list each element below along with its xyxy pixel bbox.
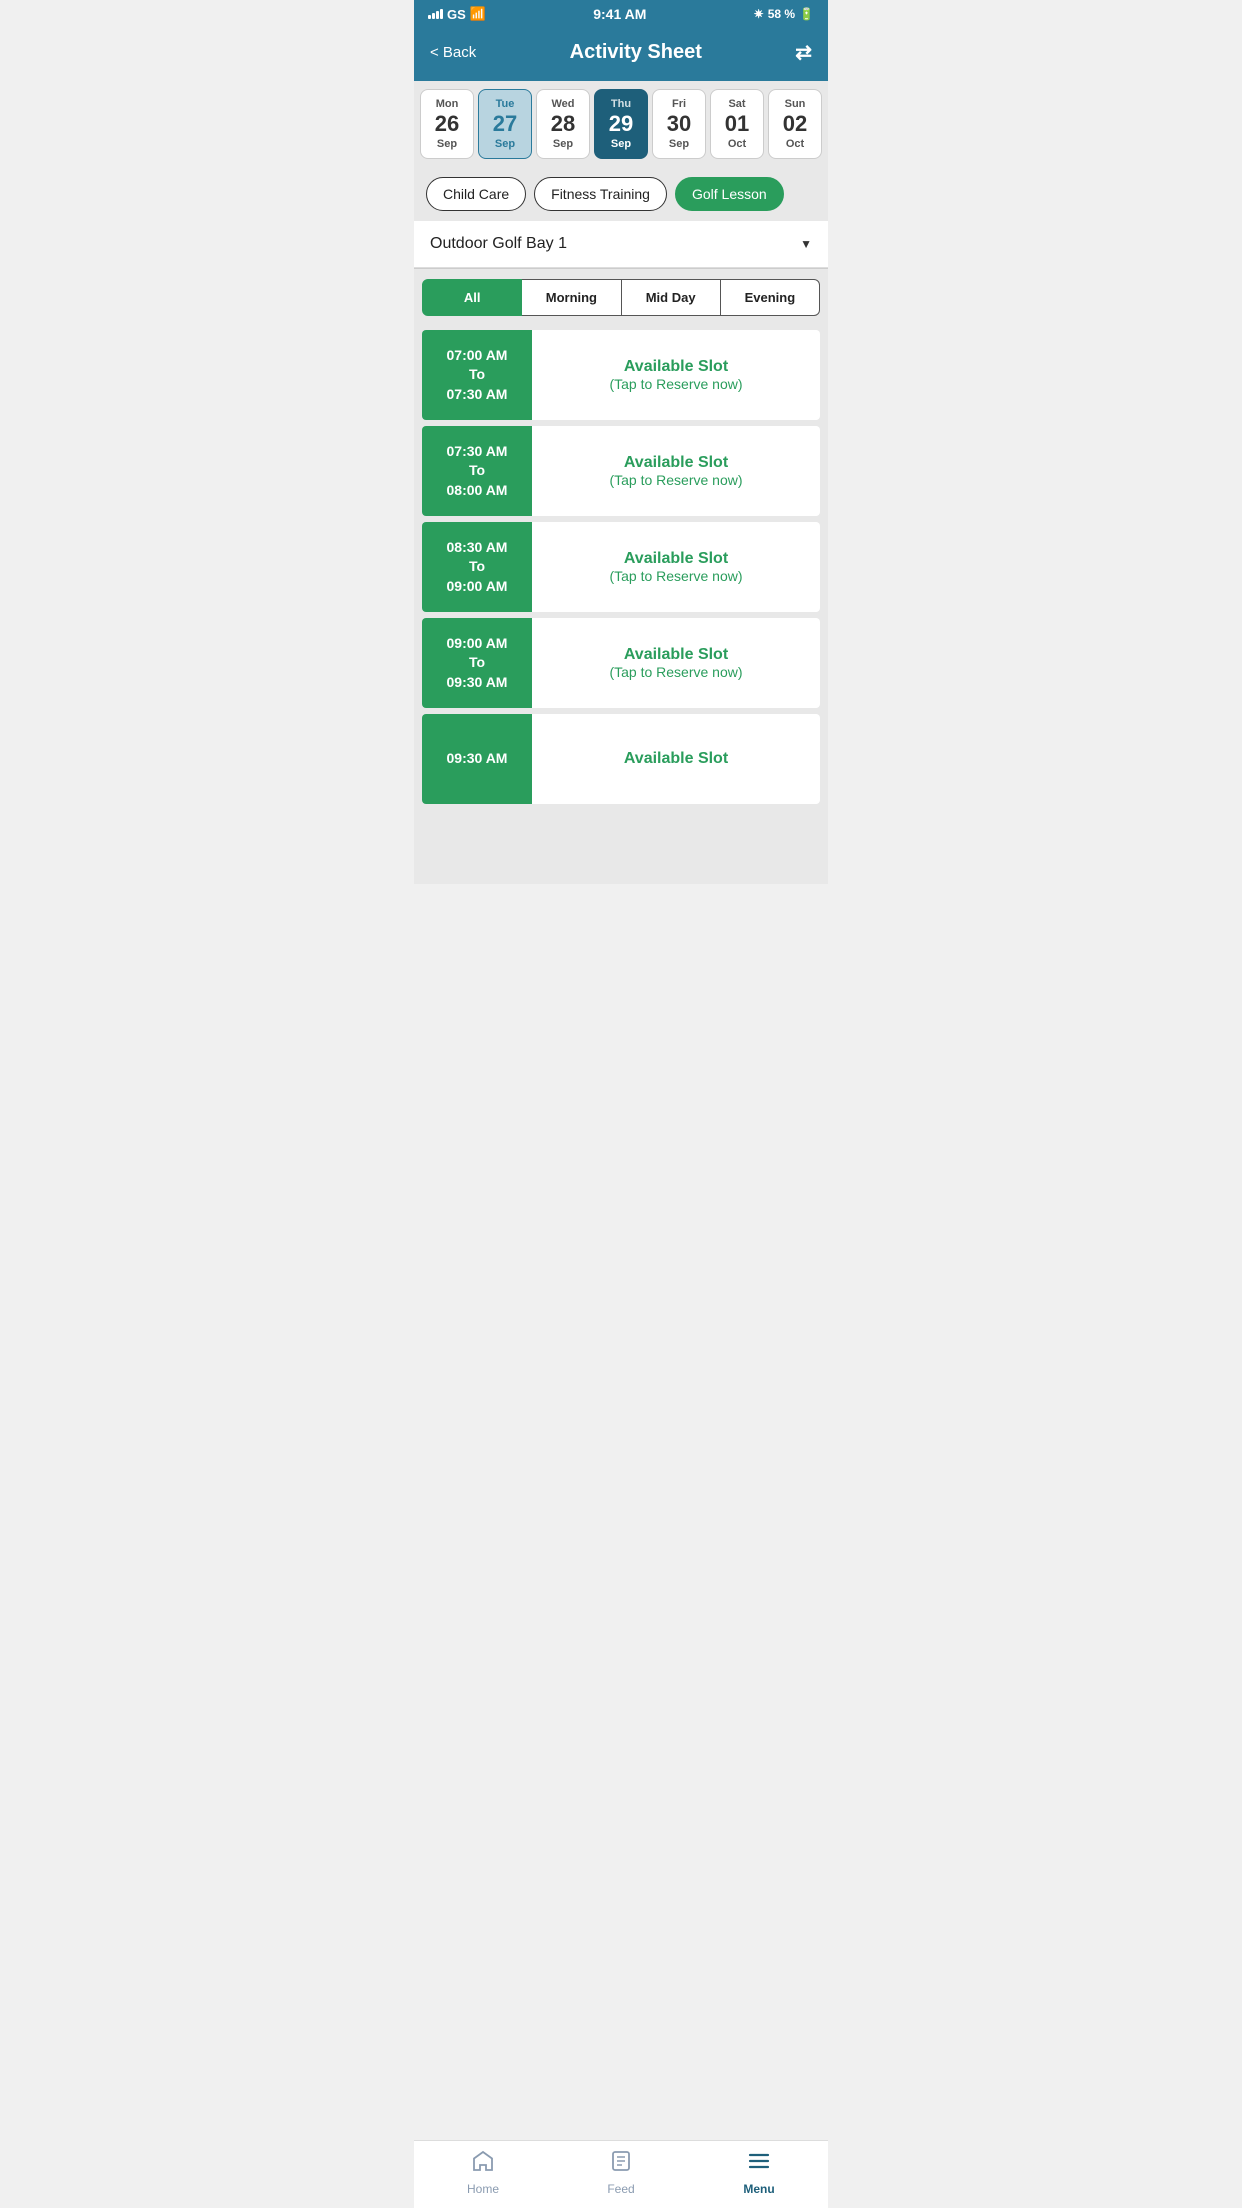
day-name: Sun: [773, 98, 817, 110]
status-bar: GS 📶 9:41 AM ✷ 58 % 🔋: [414, 0, 828, 28]
day-number: 30: [657, 112, 701, 136]
day-name: Thu: [599, 98, 643, 110]
activity-btn-golf-lesson[interactable]: Golf Lesson: [675, 177, 784, 211]
time-btn-all[interactable]: All: [422, 279, 522, 316]
day-number: 29: [599, 112, 643, 136]
day-month: Oct: [715, 138, 759, 150]
calendar-day-mon26[interactable]: Mon 26 Sep: [420, 89, 474, 159]
day-month: Sep: [425, 138, 469, 150]
wifi-icon: 📶: [470, 6, 486, 22]
bluetooth-icon: ✷: [754, 7, 764, 21]
calendar-day-sun02[interactable]: Sun 02 Oct: [768, 89, 822, 159]
slot-row-slot-5: 09:30 AM Available Slot: [422, 714, 820, 804]
activity-btn-child-care[interactable]: Child Care: [426, 177, 526, 211]
day-number: 27: [483, 112, 527, 136]
menu-icon: [747, 2149, 771, 2179]
venue-label: Outdoor Golf Bay 1: [430, 235, 567, 253]
calendar-day-thu29[interactable]: Thu 29 Sep: [594, 89, 648, 159]
slot-available-label: Available Slot: [624, 550, 728, 568]
day-name: Fri: [657, 98, 701, 110]
status-left: GS 📶: [428, 6, 486, 22]
nav-label-feed: Feed: [607, 2182, 634, 2196]
slot-available-label: Available Slot: [624, 646, 728, 664]
slot-content[interactable]: Available Slot(Tap to Reserve now): [532, 618, 820, 708]
day-month: Sep: [541, 138, 585, 150]
day-number: 28: [541, 112, 585, 136]
slot-content[interactable]: Available Slot: [532, 714, 820, 804]
slot-time-label: 07:30 AMTo08:00 AM: [422, 426, 532, 516]
calendar-day-sat01[interactable]: Sat 01 Oct: [710, 89, 764, 159]
app-header: < Back Activity Sheet ⇄: [414, 28, 828, 81]
day-name: Tue: [483, 98, 527, 110]
slot-time-label: 08:30 AMTo09:00 AM: [422, 522, 532, 612]
slot-content[interactable]: Available Slot(Tap to Reserve now): [532, 330, 820, 420]
slot-available-label: Available Slot: [624, 454, 728, 472]
page-title: Activity Sheet: [570, 41, 702, 64]
nav-item-home[interactable]: Home: [453, 2149, 513, 2196]
slot-list: 07:00 AMTo07:30 AMAvailable Slot(Tap to …: [414, 326, 828, 884]
swap-icon[interactable]: ⇄: [795, 40, 812, 65]
slot-content[interactable]: Available Slot(Tap to Reserve now): [532, 426, 820, 516]
status-right: ✷ 58 % 🔋: [754, 7, 814, 21]
time-btn-mid-day[interactable]: Mid Day: [622, 279, 721, 316]
dropdown-arrow-icon: ▼: [800, 237, 812, 251]
day-month: Sep: [657, 138, 701, 150]
activity-filters: Child CareFitness TrainingGolf Lesson: [414, 167, 828, 221]
calendar-day-fri30[interactable]: Fri 30 Sep: [652, 89, 706, 159]
calendar-row: Mon 26 Sep Tue 27 Sep Wed 28 Sep Thu 29 …: [414, 81, 828, 167]
feed-icon: [609, 2149, 633, 2179]
status-time: 9:41 AM: [593, 6, 646, 22]
back-button[interactable]: < Back: [430, 44, 476, 61]
day-name: Wed: [541, 98, 585, 110]
slot-row-slot-1: 07:00 AMTo07:30 AMAvailable Slot(Tap to …: [422, 330, 820, 420]
time-filters: AllMorningMid DayEvening: [414, 269, 828, 326]
day-number: 01: [715, 112, 759, 136]
slot-available-label: Available Slot: [624, 358, 728, 376]
time-btn-evening[interactable]: Evening: [721, 279, 820, 316]
day-month: Sep: [599, 138, 643, 150]
slot-tap-label: (Tap to Reserve now): [609, 664, 742, 680]
home-icon: [471, 2149, 495, 2179]
calendar-day-tue27[interactable]: Tue 27 Sep: [478, 89, 532, 159]
slot-time-label: 09:00 AMTo09:30 AM: [422, 618, 532, 708]
slot-row-slot-3: 08:30 AMTo09:00 AMAvailable Slot(Tap to …: [422, 522, 820, 612]
slot-tap-label: (Tap to Reserve now): [609, 568, 742, 584]
venue-dropdown[interactable]: Outdoor Golf Bay 1 ▼: [414, 221, 828, 268]
time-btn-morning[interactable]: Morning: [522, 279, 621, 316]
nav-label-home: Home: [467, 2182, 499, 2196]
day-number: 02: [773, 112, 817, 136]
battery-icon: 🔋: [799, 7, 814, 21]
bottom-nav: Home Feed Menu: [414, 2140, 828, 2208]
activity-btn-fitness-training[interactable]: Fitness Training: [534, 177, 667, 211]
nav-label-menu: Menu: [743, 2182, 774, 2196]
nav-item-feed[interactable]: Feed: [591, 2149, 651, 2196]
nav-item-menu[interactable]: Menu: [729, 2149, 789, 2196]
slot-tap-label: (Tap to Reserve now): [609, 376, 742, 392]
slot-time-label: 09:30 AM: [422, 714, 532, 804]
carrier-label: GS: [447, 7, 466, 22]
day-number: 26: [425, 112, 469, 136]
slot-content[interactable]: Available Slot(Tap to Reserve now): [532, 522, 820, 612]
day-name: Mon: [425, 98, 469, 110]
slot-available-label: Available Slot: [624, 750, 728, 768]
day-month: Oct: [773, 138, 817, 150]
slot-row-slot-2: 07:30 AMTo08:00 AMAvailable Slot(Tap to …: [422, 426, 820, 516]
slot-tap-label: (Tap to Reserve now): [609, 472, 742, 488]
slot-row-slot-4: 09:00 AMTo09:30 AMAvailable Slot(Tap to …: [422, 618, 820, 708]
slot-time-label: 07:00 AMTo07:30 AM: [422, 330, 532, 420]
day-month: Sep: [483, 138, 527, 150]
battery-label: 58 %: [768, 7, 795, 21]
calendar-day-wed28[interactable]: Wed 28 Sep: [536, 89, 590, 159]
day-name: Sat: [715, 98, 759, 110]
signal-icon: [428, 9, 443, 19]
